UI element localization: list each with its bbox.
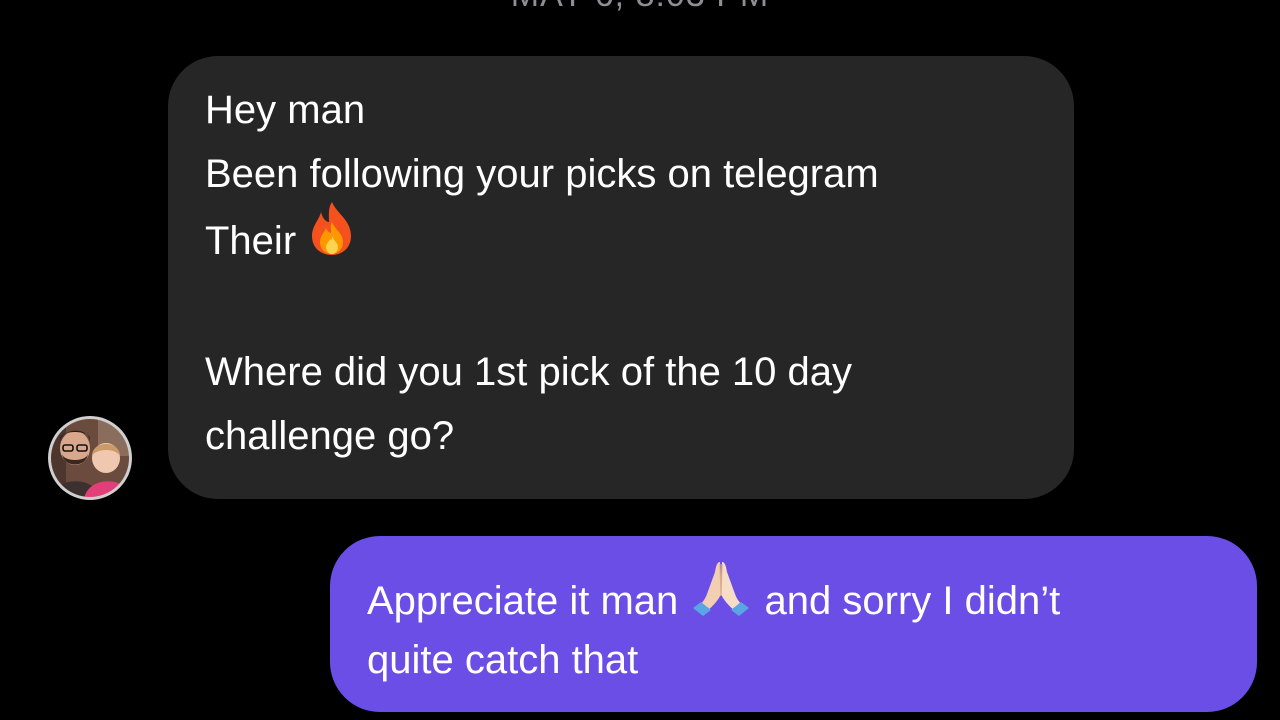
message-text: and sorry I didn’t: [764, 579, 1061, 624]
message-text: Their: [205, 219, 297, 264]
message-line-with-emoji: Appreciate it man and sorry I didn’t: [367, 562, 1221, 628]
profile-photo-icon: [48, 416, 132, 500]
dm-conversation-screen: MAY 6, 8:03 PM Hey man Been following yo…: [0, 0, 1280, 720]
outgoing-message-bubble[interactable]: Appreciate it man and sorry I didn’t qui…: [330, 536, 1257, 712]
message-line: quite catch that: [367, 638, 639, 682]
message-line: challenge go?: [205, 414, 455, 458]
contact-avatar[interactable]: [48, 416, 132, 500]
message-timestamp: MAY 6, 8:03 PM: [0, 0, 1280, 15]
message-line: Hey man: [205, 88, 366, 132]
message-line: Been following your picks on telegram: [205, 152, 879, 196]
message-line: Where did you 1st pick of the 10 day: [205, 350, 853, 394]
folded-hands-emoji-icon: [689, 558, 753, 637]
message-text: Appreciate it man: [367, 579, 679, 624]
incoming-message-bubble[interactable]: Hey man Been following your picks on tel…: [168, 56, 1074, 499]
fire-emoji-icon: [307, 200, 357, 275]
message-line-with-emoji: Their: [205, 202, 1038, 270]
